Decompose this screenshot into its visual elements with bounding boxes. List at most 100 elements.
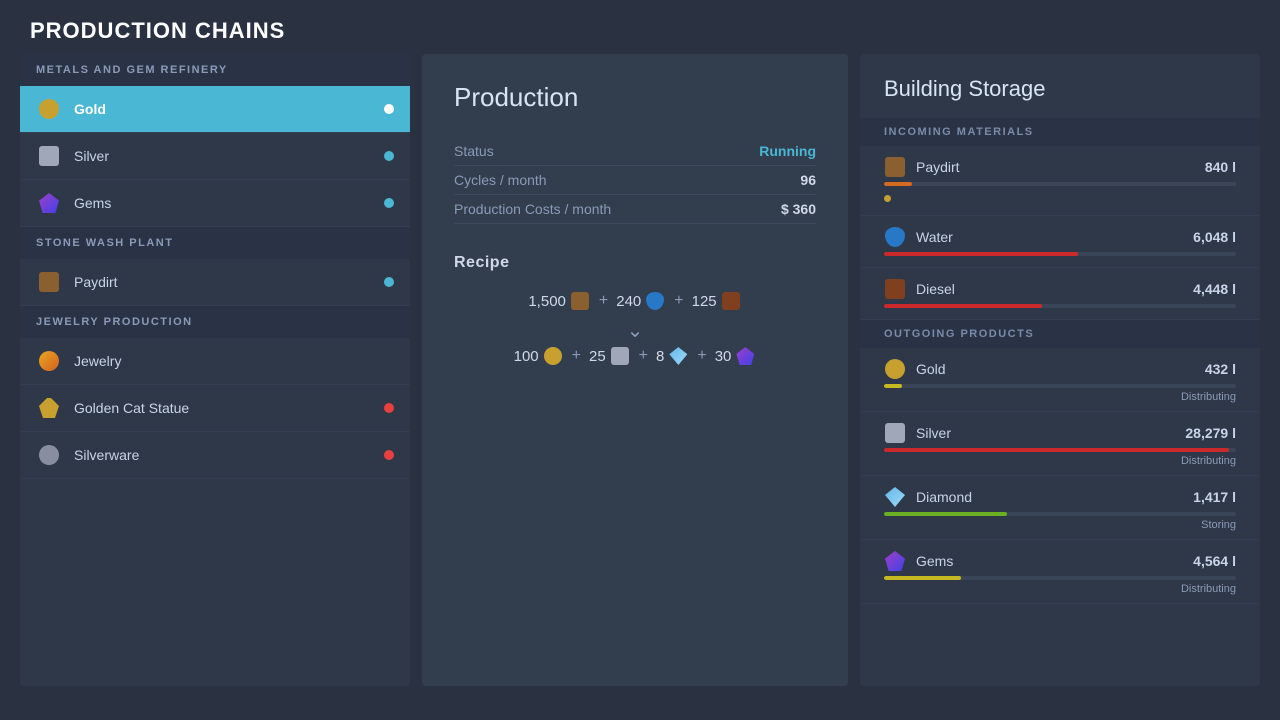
storage-paydirt-bar-container [884,182,1236,186]
storage-paydirt-icon [884,156,906,178]
storage-silver-out-name: Silver [884,422,951,444]
storage-diamond-out-icon [884,486,906,508]
storage-item-silver-out: Silver 28,279 l Distributing [860,412,1260,476]
storage-item-water: Water 6,048 l [860,216,1260,268]
storage-diamond-out-bar-container [884,512,1236,516]
recipe-gems-output: 30 [715,347,757,365]
storage-gold-out-bar-container [884,384,1236,388]
gems-icon [36,190,62,216]
storage-gems-out-bar [884,576,961,580]
outgoing-products-header: OUTGOING PRODUCTS [860,320,1260,348]
storage-diamond-out-name: Diamond [884,486,972,508]
recipe-inputs-row: 1,500 + 240 + 125 [454,292,816,310]
stat-row-costs: Production Costs / month $ 360 [454,195,816,224]
storage-item-diamond-out: Diamond 1,417 l Storing [860,476,1260,540]
item-label-gold: Gold [74,101,384,117]
left-panel: METALS AND GEM REFINERY Gold Silver Gems… [20,54,410,686]
item-label-gems: Gems [74,195,384,211]
storage-silver-out-amount: 28,279 l [1185,425,1236,441]
gold-status-dot [384,104,394,114]
jewelry-icon [36,348,62,374]
list-item-jewelry[interactable]: Jewelry [20,338,410,385]
stat-label-costs: Production Costs / month [454,201,611,217]
incoming-materials-header: INCOMING MATERIALS [860,118,1260,146]
section-header-stone: STONE WASH PLANT [20,227,410,259]
storage-paydirt-row: Paydirt 840 l [884,156,1236,178]
storage-diesel-icon [884,278,906,300]
stat-row-cycles: Cycles / month 96 [454,166,816,195]
recipe-plus-3: + [572,347,581,365]
gold-icon [36,96,62,122]
recipe-plus-1: + [599,292,608,310]
stat-row-status: Status Running [454,137,816,166]
recipe-water-amount: 240 [616,292,666,310]
storage-water-row: Water 6,048 l [884,226,1236,248]
recipe-plus-5: + [697,347,706,365]
golden-cat-status-dot [384,403,394,413]
right-panel: Building Storage INCOMING MATERIALS Payd… [860,54,1260,686]
storage-silver-out-bar [884,448,1229,452]
section-header-metals: METALS AND GEM REFINERY [20,54,410,86]
storage-diesel-amount: 4,448 l [1193,281,1236,297]
storage-gems-out-row: Gems 4,564 l [884,550,1236,572]
recipe-silver-output: 25 [589,347,631,365]
storage-gold-out-amount: 432 l [1205,361,1236,377]
item-label-paydirt: Paydirt [74,274,384,290]
storage-silver-out-label: Silver [916,425,951,441]
storage-water-name: Water [884,226,953,248]
list-item-silver[interactable]: Silver [20,133,410,180]
stat-label-status: Status [454,143,494,159]
storage-diamond-out-row: Diamond 1,417 l [884,486,1236,508]
storage-diamond-out-label: Diamond [916,489,972,505]
stat-label-cycles: Cycles / month [454,172,547,188]
recipe-title: Recipe [454,254,816,272]
middle-panel: Production Status Running Cycles / month… [422,54,848,686]
silver-status-dot [384,151,394,161]
down-arrow-icon: ⌄ [627,318,644,343]
storage-gold-out-label: Gold [916,361,946,377]
storage-gold-out-bar [884,384,902,388]
list-item-gold[interactable]: Gold [20,86,410,133]
item-label-golden-cat: Golden Cat Statue [74,400,384,416]
storage-water-icon [884,226,906,248]
storage-diamond-out-bar [884,512,1007,516]
recipe-gold-output: 100 [514,347,564,365]
storage-gems-out-name: Gems [884,550,953,572]
list-item-gems[interactable]: Gems [20,180,410,227]
storage-paydirt-bar [884,182,912,186]
gems-status-dot [384,198,394,208]
page-title: PRODUCTION CHAINS [0,0,1280,54]
recipe-arrow: ⌄ [454,318,816,343]
item-label-jewelry: Jewelry [74,353,394,369]
storage-gold-out-row: Gold 432 l [884,358,1236,380]
storage-silver-out-bar-container [884,448,1236,452]
building-storage-title: Building Storage [860,54,1260,118]
storage-gems-out-icon [884,550,906,572]
storage-gems-out-label: Gems [916,553,953,569]
paydirt-icon [36,269,62,295]
storage-silver-out-icon [884,422,906,444]
storage-water-label: Water [916,229,953,245]
storage-item-diesel: Diesel 4,448 l [860,268,1260,320]
list-item-golden-cat[interactable]: Golden Cat Statue [20,385,410,432]
storage-water-bar [884,252,1078,256]
list-item-paydirt[interactable]: Paydirt [20,259,410,306]
silverware-icon [36,442,62,468]
recipe-plus-2: + [674,292,683,310]
storage-silver-out-status: Distributing [884,455,1236,467]
recipe-diesel-amount: 125 [692,292,742,310]
golden-cat-icon [36,395,62,421]
storage-paydirt-label: Paydirt [916,159,960,175]
list-item-silverware[interactable]: Silverware [20,432,410,479]
storage-diesel-bar-container [884,304,1236,308]
storage-gems-out-amount: 4,564 l [1193,553,1236,569]
paydirt-status-dot [384,277,394,287]
silverware-status-dot [384,450,394,460]
storage-water-bar-container [884,252,1236,256]
storage-diesel-bar [884,304,1042,308]
storage-gems-out-status: Distributing [884,583,1236,595]
recipe-plus-4: + [639,347,648,365]
stat-value-costs: $ 360 [781,201,816,217]
storage-item-paydirt: Paydirt 840 l [860,146,1260,216]
recipe-outputs-row: 100 + 25 + 8 + 30 [454,347,816,365]
